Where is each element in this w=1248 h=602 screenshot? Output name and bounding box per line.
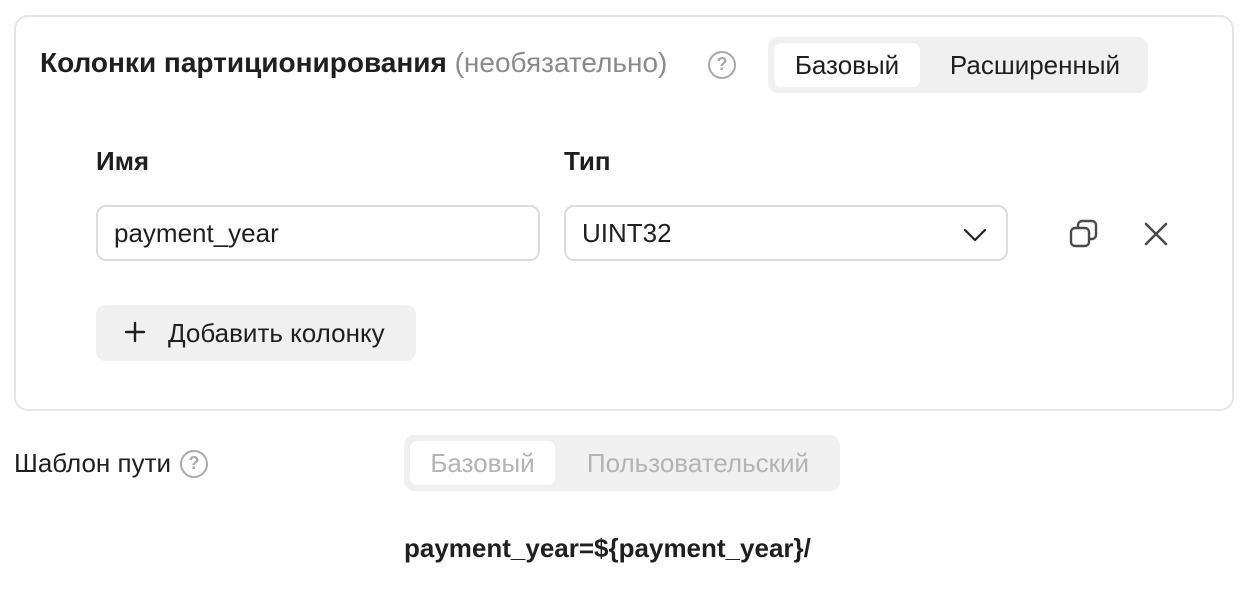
partition-mode-switch: Базовый Расширенный [768, 37, 1148, 93]
column-type-header: Тип [564, 146, 611, 176]
close-icon[interactable] [1140, 218, 1172, 250]
column-name-header: Имя [96, 146, 150, 176]
question-circle-icon[interactable]: ? [708, 51, 736, 79]
path-template-mode-switch: Базовый Пользовательский [404, 435, 840, 491]
chevron-down-icon [963, 228, 987, 242]
tab-advanced[interactable]: Расширенный [928, 43, 1142, 87]
partition-optional-text: (необязательно) [454, 47, 668, 78]
path-template-preview: payment_year=${payment_year}/ [404, 533, 811, 563]
column-type-value: UINT32 [582, 218, 672, 248]
partition-columns-title: Колонки партиционирования (необязательно… [40, 47, 667, 79]
tab-basic[interactable]: Базовый [774, 43, 920, 87]
tab-path-basic[interactable]: Базовый [410, 441, 555, 485]
question-circle-icon[interactable]: ? [180, 450, 208, 478]
column-name-input[interactable]: payment_year [96, 205, 540, 261]
copy-icon[interactable] [1068, 218, 1100, 250]
partition-title-text: Колонки партиционирования [40, 47, 447, 78]
tab-path-custom[interactable]: Пользовательский [562, 441, 834, 485]
column-name-value: payment_year [114, 218, 279, 248]
plus-icon [124, 321, 146, 343]
add-column-label: Добавить колонку [168, 318, 385, 348]
path-template-label: Шаблон пути [14, 448, 172, 478]
column-type-select[interactable]: UINT32 [564, 205, 1008, 261]
add-column-button[interactable]: Добавить колонку [96, 305, 416, 361]
